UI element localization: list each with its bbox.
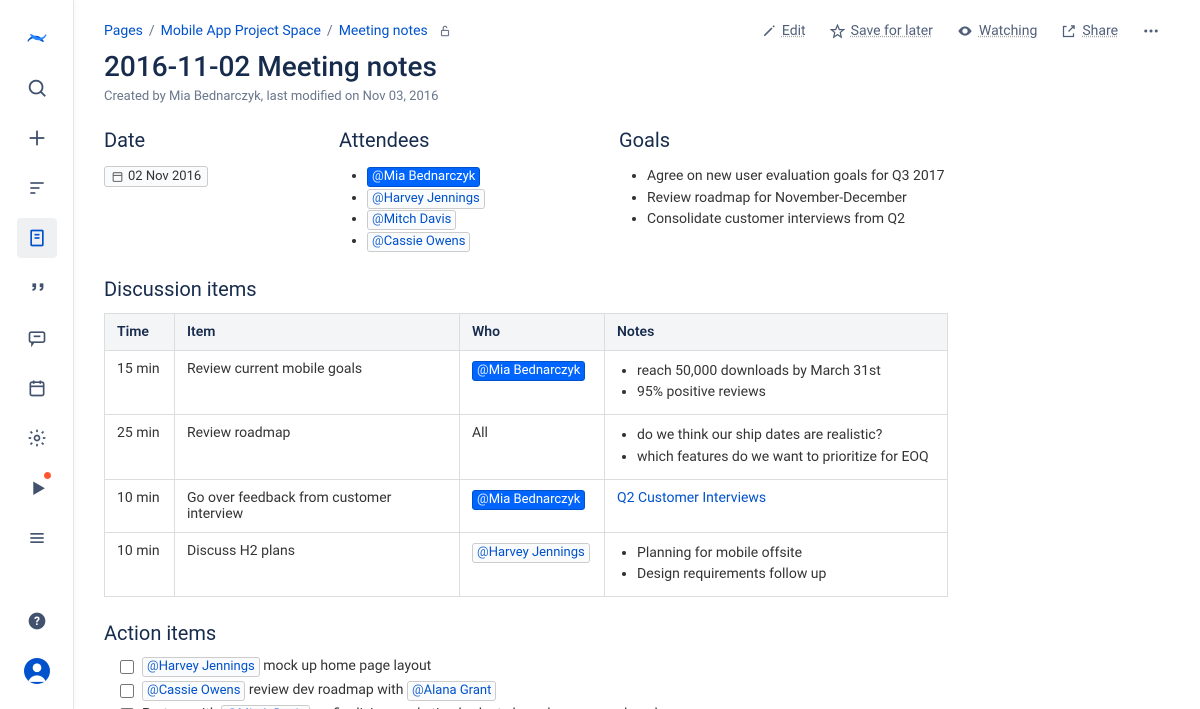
app-sidebar: ? (0, 0, 74, 709)
page-actions: Edit Save for later Watching Share (762, 22, 1160, 40)
menu-icon[interactable] (17, 518, 57, 558)
list-item: @Cassie Owens (367, 231, 619, 253)
user-mention[interactable]: @Cassie Owens (142, 681, 245, 701)
list-item: @Mia Bednarczyk (367, 166, 619, 188)
topbar: Pages / Mobile App Project Space / Meeti… (104, 22, 1160, 40)
calendar-icon[interactable] (17, 368, 57, 408)
breadcrumb-root[interactable]: Pages (104, 23, 143, 39)
user-mention[interactable]: @Mitch Davis (367, 210, 456, 230)
date-heading: Date (104, 128, 339, 152)
help-icon[interactable]: ? (17, 601, 57, 641)
comments-icon[interactable] (17, 318, 57, 358)
calendar-small-icon (111, 170, 124, 183)
list-item: @Mitch Davis (367, 209, 619, 231)
user-mention[interactable]: @Cassie Owens (367, 232, 470, 252)
goals-heading: Goals (619, 128, 1160, 152)
unlock-icon[interactable] (438, 24, 452, 38)
user-mention[interactable]: @Harvey Jennings (367, 189, 485, 209)
more-actions-button[interactable] (1142, 22, 1160, 40)
page-content: Pages / Mobile App Project Space / Meeti… (74, 0, 1200, 709)
table-header-row: Time Item Who Notes (105, 313, 948, 350)
action-items-section: Action items @Harvey Jennings mock up ho… (104, 621, 1160, 709)
goals-section: Goals Agree on new user evaluation goals… (619, 128, 1160, 253)
svg-text:?: ? (34, 614, 40, 628)
discussion-heading: Discussion items (104, 277, 1160, 301)
search-icon[interactable] (17, 68, 57, 108)
date-badge[interactable]: 02 Nov 2016 (104, 166, 208, 187)
attendees-heading: Attendees (339, 128, 619, 152)
table-row: 15 minReview current mobile goals@Mia Be… (105, 350, 948, 414)
attendees-list: @Mia Bednarczyk@Harvey Jennings@Mitch Da… (339, 166, 619, 253)
col-who: Who (460, 313, 605, 350)
action-checkbox[interactable] (120, 660, 134, 674)
discussion-table: Time Item Who Notes 15 minReview current… (104, 313, 948, 597)
action-items-heading: Action items (104, 621, 1160, 645)
col-item: Item (175, 313, 460, 350)
col-notes: Notes (605, 313, 948, 350)
table-row: 10 minDiscuss H2 plans@Harvey JenningsPl… (105, 532, 948, 596)
quotes-icon[interactable] (17, 268, 57, 308)
action-item: @Harvey Jennings mock up home page layou… (120, 657, 1160, 677)
user-mention[interactable]: @Alana Grant (407, 681, 496, 701)
attendees-section: Attendees @Mia Bednarczyk@Harvey Jenning… (339, 128, 619, 253)
goals-list: Agree on new user evaluation goals for Q… (619, 166, 1160, 231)
share-button[interactable]: Share (1061, 23, 1118, 39)
user-mention[interactable]: @Harvey Jennings (142, 657, 260, 677)
table-row: 25 minReview roadmapAlldo we think our s… (105, 415, 948, 479)
col-time: Time (105, 313, 175, 350)
user-mention[interactable]: @Mitch Davis (221, 705, 310, 709)
breadcrumb-space[interactable]: Mobile App Project Space (161, 23, 321, 39)
activity-icon[interactable] (17, 168, 57, 208)
action-items-list: @Harvey Jennings mock up home page layou… (104, 657, 1160, 709)
user-mention[interactable]: @Mia Bednarczyk (472, 361, 585, 381)
notifications-icon[interactable] (17, 468, 57, 508)
create-icon[interactable] (17, 118, 57, 158)
watching-button[interactable]: Watching (957, 23, 1037, 39)
pages-icon[interactable] (17, 218, 57, 258)
list-item: @Harvey Jennings (367, 188, 619, 210)
action-checkbox[interactable] (120, 684, 134, 698)
breadcrumb-page[interactable]: Meeting notes (339, 23, 428, 39)
notification-badge (44, 472, 51, 479)
edit-button[interactable]: Edit (762, 23, 806, 39)
list-item: Review roadmap for November-December (647, 188, 1160, 210)
settings-icon[interactable] (17, 418, 57, 458)
profile-avatar-icon[interactable] (17, 651, 57, 691)
byline: Created by Mia Bednarczyk, last modified… (104, 89, 1160, 104)
page-title: 2016-11-02 Meeting notes (104, 50, 1160, 83)
user-mention[interactable]: @Mia Bednarczyk (367, 167, 480, 187)
list-item: Agree on new user evaluation goals for Q… (647, 166, 1160, 188)
user-mention[interactable]: @Mia Bednarczyk (472, 490, 585, 510)
user-mention[interactable]: @Harvey Jennings (472, 543, 590, 563)
save-for-later-button[interactable]: Save for later (830, 23, 933, 39)
list-item: Consolidate customer interviews from Q2 (647, 209, 1160, 231)
date-section: Date 02 Nov 2016 (104, 128, 339, 253)
confluence-logo-icon[interactable] (17, 18, 57, 58)
action-item: @Cassie Owens review dev roadmap with @A… (120, 681, 1160, 701)
breadcrumb: Pages / Mobile App Project Space / Meeti… (104, 23, 452, 39)
content-link[interactable]: Q2 Customer Interviews (617, 490, 766, 506)
table-row: 10 minGo over feedback from customer int… (105, 479, 948, 532)
action-item: Partner with @Mitch Davis on finalizing … (120, 705, 1160, 709)
